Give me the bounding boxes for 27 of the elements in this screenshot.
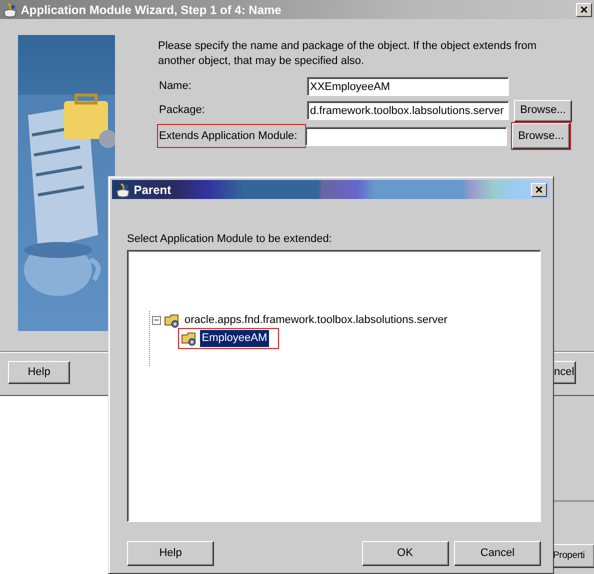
browse-button[interactable]: Browse... [512, 123, 570, 149]
input-field[interactable] [305, 126, 507, 146]
intro-text: Please specify the name and package of the object. If the object extends from another object, that may be specified also. [158, 39, 538, 69]
close-button[interactable]: × [531, 182, 547, 196]
folder-gear-icon [181, 331, 197, 346]
app-icon [115, 182, 131, 198]
field-label: Extends Application Module: [158, 124, 305, 148]
app-icon [2, 2, 18, 18]
window-title: Application Module Wizard, Step 1 of 4: Name [20, 2, 282, 18]
tree-item[interactable]: EmployeeAM [200, 330, 270, 347]
expander-toggle[interactable]: − [152, 316, 161, 324]
input-field[interactable]: XXEmployeeAM [307, 77, 509, 96]
browse-button[interactable]: Browse... [514, 100, 572, 122]
prompt-text: Select Application Module to be extended: [127, 232, 333, 247]
covered-button[interactable]: ncel [554, 361, 576, 384]
dialog-title: Parent [134, 182, 172, 198]
input-field[interactable]: d.framework.toolbox.labsolutions.server [307, 101, 509, 120]
tree-item[interactable]: oracle.apps.fnd.framework.toolbox.labsolutions.server [182, 312, 450, 328]
dialog-button[interactable]: Help [127, 541, 214, 566]
field-label: Name: [158, 79, 192, 94]
properties-button[interactable]: Properti [553, 544, 594, 568]
field-label: Package: [158, 103, 206, 118]
close-button[interactable]: × [576, 2, 592, 16]
dialog-button[interactable]: Cancel [454, 541, 541, 566]
folder-gear-icon [164, 312, 180, 328]
dialog-button[interactable]: OK [362, 541, 448, 566]
help-button[interactable]: Help [8, 361, 70, 384]
